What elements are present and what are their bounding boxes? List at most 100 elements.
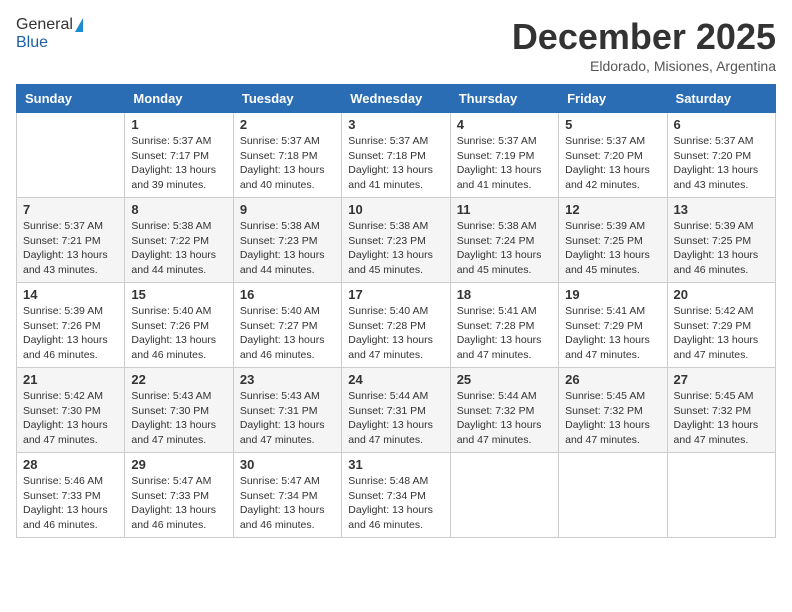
calendar-cell <box>450 453 558 538</box>
cell-info: Sunrise: 5:38 AMSunset: 7:24 PMDaylight:… <box>457 220 542 276</box>
header-friday: Friday <box>559 85 667 113</box>
calendar-cell: 19 Sunrise: 5:41 AMSunset: 7:29 PMDayligh… <box>559 283 667 368</box>
calendar-cell: 25Sunrise: 5:44 AMSunset: 7:32 PMDayligh… <box>450 368 558 453</box>
day-number: 15 <box>131 287 226 302</box>
day-number: 17 <box>348 287 443 302</box>
calendar-cell <box>17 113 125 198</box>
cell-info: Sunrise: 5:37 AMSunset: 7:18 PMDaylight:… <box>240 135 325 191</box>
day-number: 10 <box>348 202 443 217</box>
calendar-cell <box>667 453 775 538</box>
week-row-3: 14 Sunrise: 5:39 AMSunset: 7:26 PMDayligh… <box>17 283 776 368</box>
calendar-cell: 27 Sunrise: 5:45 AMSunset: 7:32 PMDayligh… <box>667 368 775 453</box>
day-number: 12 <box>565 202 660 217</box>
header-monday: Monday <box>125 85 233 113</box>
day-number: 18 <box>457 287 552 302</box>
cell-info: Sunrise: 5:46 AMSunset: 7:33 PMDaylight:… <box>23 475 108 531</box>
header-wednesday: Wednesday <box>342 85 450 113</box>
day-number: 28 <box>23 457 118 472</box>
cell-info: Sunrise: 5:44 AMSunset: 7:31 PMDaylight:… <box>348 390 433 446</box>
day-number: 13 <box>674 202 769 217</box>
week-row-4: 21 Sunrise: 5:42 AMSunset: 7:30 PMDayligh… <box>17 368 776 453</box>
cell-info: Sunrise: 5:38 AMSunset: 7:22 PMDaylight:… <box>131 220 216 276</box>
calendar-cell: 29Sunrise: 5:47 AMSunset: 7:33 PMDayligh… <box>125 453 233 538</box>
day-number: 26 <box>565 372 660 387</box>
cell-info: Sunrise: 5:40 AMSunset: 7:28 PMDaylight:… <box>348 305 433 361</box>
calendar-cell: 6 Sunrise: 5:37 AMSunset: 7:20 PMDaylight… <box>667 113 775 198</box>
header-saturday: Saturday <box>667 85 775 113</box>
logo: General Blue <box>16 16 83 52</box>
calendar-cell: 14 Sunrise: 5:39 AMSunset: 7:26 PMDayligh… <box>17 283 125 368</box>
cell-info: Sunrise: 5:37 AMSunset: 7:20 PMDaylight:… <box>565 135 650 191</box>
location: Eldorado, Misiones, Argentina <box>512 58 776 74</box>
calendar-cell: 23 Sunrise: 5:43 AMSunset: 7:31 PMDayligh… <box>233 368 341 453</box>
cell-info: Sunrise: 5:41 AMSunset: 7:28 PMDaylight:… <box>457 305 542 361</box>
cell-info: Sunrise: 5:41 AMSunset: 7:29 PMDaylight:… <box>565 305 650 361</box>
week-row-5: 28 Sunrise: 5:46 AMSunset: 7:33 PMDayligh… <box>17 453 776 538</box>
calendar-cell <box>559 453 667 538</box>
day-number: 23 <box>240 372 335 387</box>
calendar-cell: 31Sunrise: 5:48 AMSunset: 7:34 PMDayligh… <box>342 453 450 538</box>
header: General Blue December 2025 Eldorado, Mis… <box>16 16 776 74</box>
day-number: 14 <box>23 287 118 302</box>
calendar-cell: 12 Sunrise: 5:39 AMSunset: 7:25 PMDayligh… <box>559 198 667 283</box>
day-number: 21 <box>23 372 118 387</box>
day-number: 27 <box>674 372 769 387</box>
calendar-cell: 5 Sunrise: 5:37 AMSunset: 7:20 PMDaylight… <box>559 113 667 198</box>
calendar-cell: 18 Sunrise: 5:41 AMSunset: 7:28 PMDayligh… <box>450 283 558 368</box>
calendar-cell: 22 Sunrise: 5:43 AMSunset: 7:30 PMDayligh… <box>125 368 233 453</box>
cell-info: Sunrise: 5:42 AMSunset: 7:30 PMDaylight:… <box>23 390 108 446</box>
cell-info: Sunrise: 5:47 AMSunset: 7:33 PMDaylight:… <box>131 475 216 531</box>
cell-info: Sunrise: 5:45 AMSunset: 7:32 PMDaylight:… <box>674 390 759 446</box>
cell-info: Sunrise: 5:43 AMSunset: 7:30 PMDaylight:… <box>131 390 216 446</box>
calendar-cell: 24 Sunrise: 5:44 AMSunset: 7:31 PMDayligh… <box>342 368 450 453</box>
day-number: 7 <box>23 202 118 217</box>
calendar-cell: 15Sunrise: 5:40 AMSunset: 7:26 PMDayligh… <box>125 283 233 368</box>
header-sunday: Sunday <box>17 85 125 113</box>
day-number: 19 <box>565 287 660 302</box>
logo-blue-text: Blue <box>16 34 48 52</box>
calendar-cell: 28 Sunrise: 5:46 AMSunset: 7:33 PMDayligh… <box>17 453 125 538</box>
calendar-cell: 26 Sunrise: 5:45 AMSunset: 7:32 PMDayligh… <box>559 368 667 453</box>
day-number: 6 <box>674 117 769 132</box>
cell-info: Sunrise: 5:43 AMSunset: 7:31 PMDaylight:… <box>240 390 325 446</box>
cell-info: Sunrise: 5:39 AMSunset: 7:26 PMDaylight:… <box>23 305 108 361</box>
month-title: December 2025 <box>512 16 776 58</box>
calendar-cell: 11 Sunrise: 5:38 AMSunset: 7:24 PMDayligh… <box>450 198 558 283</box>
cell-info: Sunrise: 5:39 AMSunset: 7:25 PMDaylight:… <box>565 220 650 276</box>
cell-info: Sunrise: 5:38 AMSunset: 7:23 PMDaylight:… <box>240 220 325 276</box>
day-number: 8 <box>131 202 226 217</box>
cell-info: Sunrise: 5:37 AMSunset: 7:19 PMDaylight:… <box>457 135 542 191</box>
calendar-cell: 10Sunrise: 5:38 AMSunset: 7:23 PMDayligh… <box>342 198 450 283</box>
logo-general-text: General <box>16 16 73 34</box>
day-number: 9 <box>240 202 335 217</box>
calendar-cell: 17 Sunrise: 5:40 AMSunset: 7:28 PMDayligh… <box>342 283 450 368</box>
cell-info: Sunrise: 5:37 AMSunset: 7:20 PMDaylight:… <box>674 135 759 191</box>
calendar-cell: 13 Sunrise: 5:39 AMSunset: 7:25 PMDayligh… <box>667 198 775 283</box>
calendar-cell: 21 Sunrise: 5:42 AMSunset: 7:30 PMDayligh… <box>17 368 125 453</box>
day-number: 16 <box>240 287 335 302</box>
calendar-cell: 8 Sunrise: 5:38 AMSunset: 7:22 PMDaylight… <box>125 198 233 283</box>
cell-info: Sunrise: 5:47 AMSunset: 7:34 PMDaylight:… <box>240 475 325 531</box>
title-area: December 2025 Eldorado, Misiones, Argent… <box>512 16 776 74</box>
header-thursday: Thursday <box>450 85 558 113</box>
day-number: 11 <box>457 202 552 217</box>
calendar-cell: 4Sunrise: 5:37 AMSunset: 7:19 PMDaylight… <box>450 113 558 198</box>
day-number: 3 <box>348 117 443 132</box>
calendar-cell: 3 Sunrise: 5:37 AMSunset: 7:18 PMDaylight… <box>342 113 450 198</box>
day-number: 24 <box>348 372 443 387</box>
day-number: 5 <box>565 117 660 132</box>
cell-info: Sunrise: 5:37 AMSunset: 7:18 PMDaylight:… <box>348 135 433 191</box>
calendar-cell: 20Sunrise: 5:42 AMSunset: 7:29 PMDayligh… <box>667 283 775 368</box>
cell-info: Sunrise: 5:45 AMSunset: 7:32 PMDaylight:… <box>565 390 650 446</box>
cell-info: Sunrise: 5:40 AMSunset: 7:27 PMDaylight:… <box>240 305 325 361</box>
week-row-2: 7Sunrise: 5:37 AMSunset: 7:21 PMDaylight… <box>17 198 776 283</box>
logo-icon <box>75 18 83 32</box>
calendar-cell: 16 Sunrise: 5:40 AMSunset: 7:27 PMDayligh… <box>233 283 341 368</box>
day-number: 22 <box>131 372 226 387</box>
calendar-cell: 9 Sunrise: 5:38 AMSunset: 7:23 PMDaylight… <box>233 198 341 283</box>
calendar-cell: 7Sunrise: 5:37 AMSunset: 7:21 PMDaylight… <box>17 198 125 283</box>
day-number: 25 <box>457 372 552 387</box>
cell-info: Sunrise: 5:39 AMSunset: 7:25 PMDaylight:… <box>674 220 759 276</box>
header-row: SundayMondayTuesdayWednesdayThursdayFrid… <box>17 85 776 113</box>
day-number: 20 <box>674 287 769 302</box>
